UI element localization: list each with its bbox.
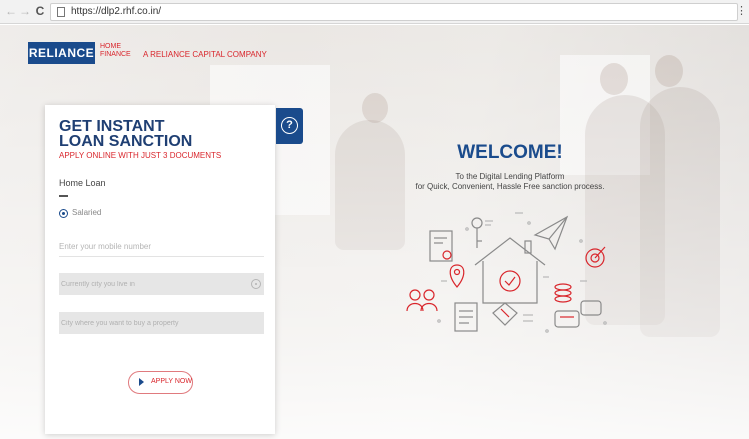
apply-now-label: APPLY NOW xyxy=(151,378,192,385)
logo-sub-line2: FINANCE xyxy=(100,51,131,58)
digital-lending-illustration xyxy=(406,212,607,333)
page-background: RELIANCE HOME FINANCE A RELIANCE CAPITAL… xyxy=(0,25,749,439)
reload-icon[interactable]: C xyxy=(33,4,47,18)
document-badge-icon xyxy=(442,250,452,260)
browser-menu-icon[interactable]: ⋮ xyxy=(736,4,747,18)
apply-now-button[interactable]: APPLY NOW xyxy=(128,371,193,394)
connector-lines xyxy=(437,212,607,333)
loan-type-tab[interactable]: Home Loan xyxy=(59,178,106,188)
form-subheadline: APPLY ONLINE WITH JUST 3 DOCUMENTS xyxy=(59,151,222,160)
current-city-input[interactable] xyxy=(59,273,264,295)
checklist-icon xyxy=(454,302,478,332)
logo-brand: RELIANCE xyxy=(28,42,95,64)
help-button[interactable]: ? xyxy=(276,108,303,144)
form-headline-line2: LOAN SANCTION xyxy=(59,133,193,150)
handshake-icon xyxy=(492,302,518,326)
document-icon xyxy=(429,230,453,262)
radio-label: Salaried xyxy=(72,208,102,217)
url-text: https://dlp2.rhf.co.in/ xyxy=(71,6,162,17)
location-pin-icon xyxy=(449,264,465,288)
radio-selected-dot xyxy=(62,212,65,215)
play-arrow-icon xyxy=(139,378,144,386)
coins-icon xyxy=(554,283,572,303)
form-headline-line1: GET INSTANT xyxy=(59,118,165,135)
radio-button[interactable] xyxy=(59,209,68,218)
chat-bubbles-icon xyxy=(554,300,602,328)
mobile-number-input[interactable] xyxy=(59,237,264,257)
logo-tagline: A RELIANCE CAPITAL COMPANY xyxy=(143,50,267,59)
welcome-title: WELCOME! xyxy=(457,142,563,163)
form-headline: GET INSTANT LOAN SANCTION xyxy=(59,118,193,150)
address-bar[interactable]: https://dlp2.rhf.co.in/ xyxy=(50,3,738,21)
question-icon: ? xyxy=(281,117,298,134)
house-heart-icon xyxy=(499,270,521,292)
key-icon xyxy=(471,217,483,248)
back-arrow-icon[interactable]: ← xyxy=(4,4,18,18)
people-icon xyxy=(406,289,438,312)
welcome-text-line2: for Quick, Convenient, Hassle Free sanct… xyxy=(415,182,605,191)
logo-sub-line1: HOME xyxy=(100,43,121,50)
paper-plane-icon xyxy=(533,215,569,251)
target-icon xyxy=(585,246,606,268)
browser-toolbar: ← → C https://dlp2.rhf.co.in/ ⋮ xyxy=(0,0,749,24)
logo-sub: HOME FINANCE xyxy=(100,43,131,59)
forward-arrow-icon[interactable]: → xyxy=(18,4,32,18)
loan-form-card: GET INSTANT LOAN SANCTION APPLY ONLINE W… xyxy=(45,105,275,434)
page-icon xyxy=(57,7,65,17)
property-city-input[interactable] xyxy=(59,312,264,334)
locate-icon[interactable] xyxy=(251,279,261,289)
welcome-text-line1: To the Digital Lending Platform xyxy=(455,172,565,181)
loan-type-underline xyxy=(59,195,68,197)
